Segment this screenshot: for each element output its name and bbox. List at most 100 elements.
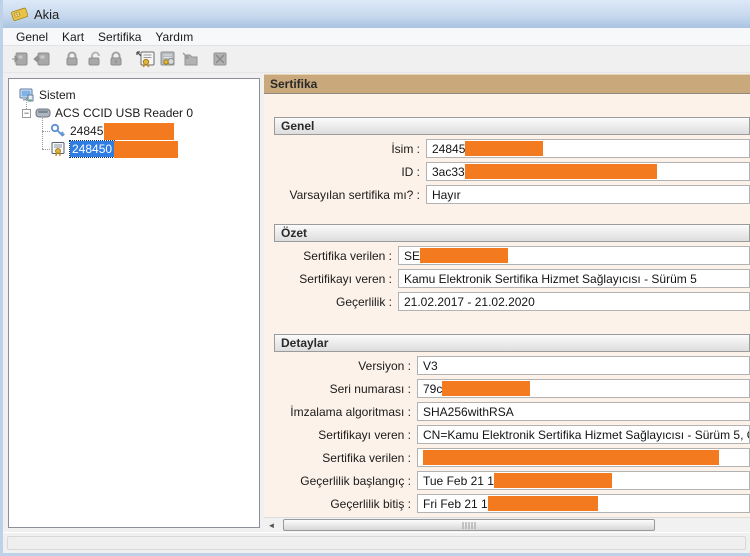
field-label: Geçerlilik bitiş : — [274, 497, 417, 511]
scrollbar-thumb[interactable] — [283, 519, 655, 531]
field-row: Geçerlilik başlangıç : Tue Feb 21 1 — [274, 471, 750, 490]
tree-item-label: Sistem — [39, 88, 76, 102]
field-label: İsim : — [274, 142, 426, 156]
redaction-block — [420, 248, 508, 263]
field-label: Sertifika verilen : — [274, 451, 417, 465]
redaction-block — [488, 496, 598, 511]
imzalama-algoritmasi-field[interactable]: SHA256withRSA — [417, 402, 750, 421]
menu-kart[interactable]: Kart — [55, 29, 91, 45]
field-value: 79c — [423, 382, 442, 396]
field-label: Seri numarası : — [274, 382, 417, 396]
field-label: Versiyon : — [274, 359, 417, 373]
redaction-block — [423, 450, 719, 465]
varsayilan-field[interactable]: Hayır — [426, 185, 750, 204]
detay-sertifika-verilen-field[interactable] — [417, 448, 750, 467]
redaction-block — [465, 141, 543, 156]
field-value: 24845 — [432, 142, 465, 156]
field-row: Versiyon : V3 — [274, 356, 750, 375]
field-row: Sertifikayı veren : Kamu Elektronik Sert… — [274, 269, 750, 288]
tree-item-label-selected: 248450 — [70, 141, 114, 157]
remove-card-icon[interactable] — [31, 48, 53, 70]
menu-bar: Genel Kart Sertifika Yardım — [3, 28, 750, 46]
gecerlilik-bitis-field[interactable]: Fri Feb 21 1 — [417, 494, 750, 513]
status-bar — [3, 532, 750, 553]
gecerlilik-baslangic-field[interactable]: Tue Feb 21 1 — [417, 471, 750, 490]
seri-numarasi-field[interactable]: 79c — [417, 379, 750, 398]
field-value: Tue Feb 21 1 — [423, 474, 494, 488]
tree-item-label: ACS CCID USB Reader 0 — [55, 106, 193, 120]
field-value: V3 — [423, 359, 438, 373]
app-icon — [10, 6, 28, 22]
unlock-icon[interactable] — [83, 48, 105, 70]
scrollbar-grip — [463, 522, 476, 529]
lock-icon[interactable] — [61, 48, 83, 70]
field-label: İmzalama algoritması : — [274, 405, 417, 419]
section-ozet: Özet Sertifika verilen : SE Sertifikayı … — [274, 224, 750, 311]
status-inset — [7, 536, 746, 550]
section-title: Detaylar — [274, 334, 750, 352]
field-value: SE — [404, 249, 420, 263]
field-row: Seri numarası : 79c — [274, 379, 750, 398]
field-row: Geçerlilik : 21.02.2017 - 21.02.2020 — [274, 292, 750, 311]
tree-item-reader[interactable]: ACS CCID USB Reader 0 — [9, 104, 257, 122]
field-value: CN=Kamu Elektronik Sertifika Hizmet Sağl… — [423, 428, 750, 442]
field-value: Kamu Elektronik Sertifika Hizmet Sağlayı… — [404, 272, 697, 286]
tree-item-key[interactable]: 24845 — [9, 122, 257, 140]
card-reader-icon — [35, 105, 51, 121]
field-label: Geçerlilik : — [274, 295, 398, 309]
field-value: 3ac33 — [432, 165, 465, 179]
redaction-block — [104, 123, 174, 140]
section-title: Genel — [274, 117, 750, 135]
scroll-left-arrow-icon[interactable]: ◄ — [264, 518, 279, 533]
gecerlilik-field[interactable]: 21.02.2017 - 21.02.2020 — [398, 292, 750, 311]
window-title: Akia — [34, 7, 59, 22]
app-window: Akia Genel Kart Sertifika Yardım — [0, 0, 750, 556]
field-row: Sertifika verilen : — [274, 448, 750, 467]
field-label: Sertifikayı veren : — [274, 428, 417, 442]
tree-item-label: 24845 — [70, 124, 103, 138]
redaction-block — [442, 381, 530, 396]
main-area: Sistem − ACS CCID USB Reader 0 — [3, 74, 750, 532]
key-icon — [50, 123, 66, 139]
title-bar: Akia — [3, 0, 750, 28]
sertifika-verilen-field[interactable]: SE — [398, 246, 750, 265]
section-title: Özet — [274, 224, 750, 242]
certificate-panel: Sertifika Genel İsim : 24845 ID : — [264, 74, 750, 532]
section-genel: Genel İsim : 24845 ID : 3ac33 — [274, 117, 750, 204]
versiyon-field[interactable]: V3 — [417, 356, 750, 375]
panel-body: Genel İsim : 24845 ID : 3ac33 — [264, 94, 750, 517]
change-pin-lock-icon[interactable] — [105, 48, 127, 70]
isim-field[interactable]: 24845 — [426, 139, 750, 158]
field-row: ID : 3ac33 — [274, 162, 750, 181]
toolbar — [3, 46, 750, 73]
detay-sertifikayi-veren-field[interactable]: CN=Kamu Elektronik Sertifika Hizmet Sağl… — [417, 425, 750, 444]
insert-card-icon[interactable] — [9, 48, 31, 70]
id-field[interactable]: 3ac33 — [426, 162, 750, 181]
certificate-detail-icon[interactable] — [157, 48, 179, 70]
field-value: Fri Feb 21 1 — [423, 497, 488, 511]
tree-item-sistem[interactable]: Sistem — [9, 86, 257, 104]
panel-title: Sertifika — [264, 74, 750, 94]
sertifikayi-veren-field[interactable]: Kamu Elektronik Sertifika Hizmet Sağlayı… — [398, 269, 750, 288]
delete-certificate-icon[interactable] — [209, 48, 231, 70]
menu-yardim[interactable]: Yardım — [148, 29, 200, 45]
menu-sertifika[interactable]: Sertifika — [91, 29, 148, 45]
certificate-icon — [50, 141, 66, 157]
device-tree: Sistem − ACS CCID USB Reader 0 — [8, 78, 260, 528]
field-label: Geçerlilik başlangıç : — [274, 474, 417, 488]
field-value: Hayır — [432, 188, 461, 202]
field-value: 21.02.2017 - 21.02.2020 — [404, 295, 535, 309]
view-certificate-icon[interactable] — [135, 48, 157, 70]
field-row: Varsayılan sertifika mı? : Hayır — [274, 185, 750, 204]
redaction-block — [465, 164, 657, 179]
import-certificate-icon[interactable] — [179, 48, 201, 70]
field-label: Sertifikayı veren : — [274, 272, 398, 286]
field-value: SHA256withRSA — [423, 405, 514, 419]
horizontal-scrollbar[interactable]: ◄ — [264, 517, 750, 532]
menu-genel[interactable]: Genel — [9, 29, 55, 45]
redaction-block — [494, 473, 612, 488]
redaction-block — [114, 141, 178, 158]
field-label: Sertifika verilen : — [274, 249, 398, 263]
field-row: İmzalama algoritması : SHA256withRSA — [274, 402, 750, 421]
tree-item-certificate[interactable]: 248450 — [9, 140, 257, 158]
